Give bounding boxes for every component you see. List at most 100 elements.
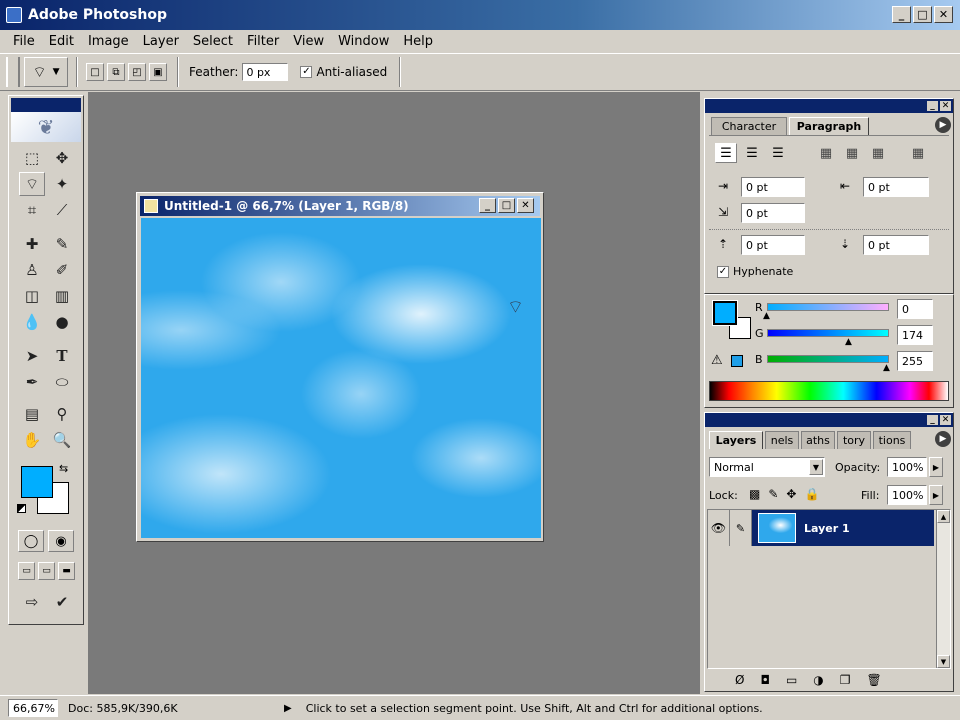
tab-paragraph[interactable]: Paragraph [789, 117, 869, 135]
close-button[interactable]: ✕ [934, 6, 953, 23]
eyedropper-icon[interactable]: ⚲ [49, 402, 75, 426]
minimize-button[interactable]: _ [892, 6, 911, 23]
b-slider-track[interactable] [767, 355, 889, 363]
menu-view[interactable]: View [286, 34, 331, 49]
lock-transparency-icon[interactable]: ▩ [749, 487, 760, 501]
jump-to-imageready-icon[interactable]: ⇨ [19, 590, 45, 614]
blend-mode-select[interactable]: Normal ▼ [709, 457, 825, 477]
move-icon[interactable]: ✥ [49, 146, 75, 170]
zoom-icon[interactable]: 🔍 [49, 428, 75, 452]
fill-input[interactable]: 100% [887, 485, 927, 505]
menu-help[interactable]: Help [396, 34, 440, 49]
menu-select[interactable]: Select [186, 34, 240, 49]
tab-actions[interactable]: tions [873, 431, 911, 449]
eye-visibility-icon[interactable]: 👁 [708, 510, 730, 546]
tab-character[interactable]: Character [711, 117, 787, 135]
layer-mask-icon[interactable]: ◘ [760, 673, 770, 687]
crop-icon[interactable]: ⌗ [19, 198, 45, 222]
antialiased-checkbox[interactable]: ✓ [300, 66, 313, 78]
add-to-selection-icon[interactable]: ⧉ [107, 63, 125, 81]
g-slider-thumb-icon[interactable]: ▲ [845, 337, 852, 347]
delete-layer-icon[interactable]: 🗑 [867, 673, 882, 687]
new-selection-icon[interactable]: □ [86, 63, 104, 81]
layers-scrollbar[interactable]: ▲ ▼ [936, 510, 950, 668]
feather-logo-icon[interactable]: ❦ [11, 112, 81, 142]
tab-layers[interactable]: Layers [709, 431, 763, 449]
menu-layer[interactable]: Layer [136, 34, 186, 49]
type-icon[interactable]: T [49, 344, 75, 368]
menu-file[interactable]: File [6, 34, 42, 49]
doc-minimize-button[interactable]: _ [479, 198, 496, 213]
gamut-color-chip[interactable] [731, 355, 743, 367]
justify-last-center-icon[interactable]: ▦ [843, 143, 861, 163]
indent-right-input[interactable]: 0 pt [863, 177, 929, 197]
align-right-icon[interactable]: ☰ [767, 143, 789, 163]
path-selection-icon[interactable]: ➤ [19, 344, 45, 368]
default-colors-icon[interactable] [17, 504, 26, 513]
maximize-button[interactable]: □ [913, 6, 932, 23]
tab-history[interactable]: tory [837, 431, 871, 449]
space-after-input[interactable]: 0 pt [863, 235, 929, 255]
doc-close-button[interactable]: ✕ [517, 198, 534, 213]
lock-position-icon[interactable]: ✥ [786, 487, 796, 501]
gradient-icon[interactable]: ▥ [49, 284, 75, 308]
brush-link-icon[interactable]: ✎ [730, 510, 752, 546]
feather-input[interactable]: 0 px [242, 63, 289, 81]
hand-icon[interactable]: ✋ [19, 428, 45, 452]
slice-icon[interactable]: ⟋ [49, 198, 75, 222]
menu-filter[interactable]: Filter [240, 34, 286, 49]
adjustment-layer-icon[interactable]: ◑ [813, 673, 823, 687]
image-canvas[interactable]: ⌔ [141, 218, 541, 538]
magic-wand-icon[interactable]: ✦ [49, 172, 75, 196]
clone-stamp-icon[interactable]: ♙ [19, 258, 45, 282]
doc-maximize-button[interactable]: □ [498, 198, 515, 213]
tool-preset-picker[interactable]: ⌔ ▼ [24, 57, 68, 87]
lock-image-icon[interactable]: ✎ [768, 487, 778, 501]
subtract-selection-icon[interactable]: ◰ [128, 63, 146, 81]
opacity-slider-icon[interactable]: ▶ [929, 457, 943, 477]
history-brush-icon[interactable]: ✐ [49, 258, 75, 282]
eraser-icon[interactable]: ◫ [19, 284, 45, 308]
fg-color-chip[interactable] [712, 300, 738, 326]
g-value-input[interactable]: 174 [897, 325, 933, 345]
new-set-icon[interactable]: ▭ [786, 673, 797, 687]
justify-last-left-icon[interactable]: ▦ [817, 143, 835, 163]
pen-icon[interactable]: ✒ [19, 370, 45, 394]
panel-menu-icon[interactable]: ▶ [935, 117, 951, 133]
marquee-icon[interactable]: ⬚ [19, 146, 45, 170]
layer-row[interactable]: 👁 ✎ Layer 1 [708, 510, 934, 546]
space-before-input[interactable]: 0 pt [741, 235, 805, 255]
full-screen-menu-icon[interactable]: ▭ [38, 562, 55, 580]
quick-mask-icon[interactable]: ◉ [48, 530, 74, 552]
out-of-gamut-warning-icon[interactable]: ⚠ [711, 353, 723, 368]
brush-icon[interactable]: ✎ [49, 232, 75, 256]
panel-close-icon[interactable]: ✕ [940, 101, 951, 111]
tab-channels[interactable]: nels [765, 431, 799, 449]
scroll-down-icon[interactable]: ▼ [937, 655, 950, 668]
justify-all-icon[interactable]: ▦ [909, 143, 927, 163]
r-slider-thumb-icon[interactable]: ▲ [763, 311, 770, 321]
layer-style-icon[interactable]: Ø [735, 673, 744, 687]
layers-close-icon[interactable]: ✕ [940, 415, 951, 425]
hyphenate-checkbox[interactable]: ✓ [717, 265, 729, 278]
color-spectrum-bar[interactable] [709, 381, 949, 401]
foreground-color-swatch[interactable] [21, 466, 53, 498]
menu-image[interactable]: Image [81, 34, 136, 49]
status-menu-icon[interactable]: ▶ [284, 703, 292, 714]
standard-screen-icon[interactable]: ▭ [18, 562, 35, 580]
lasso-icon[interactable]: ⌔ [19, 172, 45, 196]
layer-name[interactable]: Layer 1 [804, 522, 850, 535]
chevron-down-icon[interactable]: ▼ [809, 459, 823, 475]
justify-last-right-icon[interactable]: ▦ [869, 143, 887, 163]
panel-minimize-icon[interactable]: _ [927, 101, 938, 111]
indent-first-line-input[interactable]: 0 pt [741, 203, 805, 223]
tab-paths[interactable]: aths [801, 431, 835, 449]
menu-window[interactable]: Window [331, 34, 396, 49]
b-value-input[interactable]: 255 [897, 351, 933, 371]
zoom-level-input[interactable]: 66,67% [8, 699, 58, 717]
opacity-input[interactable]: 100% [887, 457, 927, 477]
intersect-selection-icon[interactable]: ▣ [149, 63, 167, 81]
imageready-check-icon[interactable]: ✔ [49, 590, 75, 614]
layers-minimize-icon[interactable]: _ [927, 415, 938, 425]
shape-icon[interactable]: ⬭ [49, 370, 75, 394]
